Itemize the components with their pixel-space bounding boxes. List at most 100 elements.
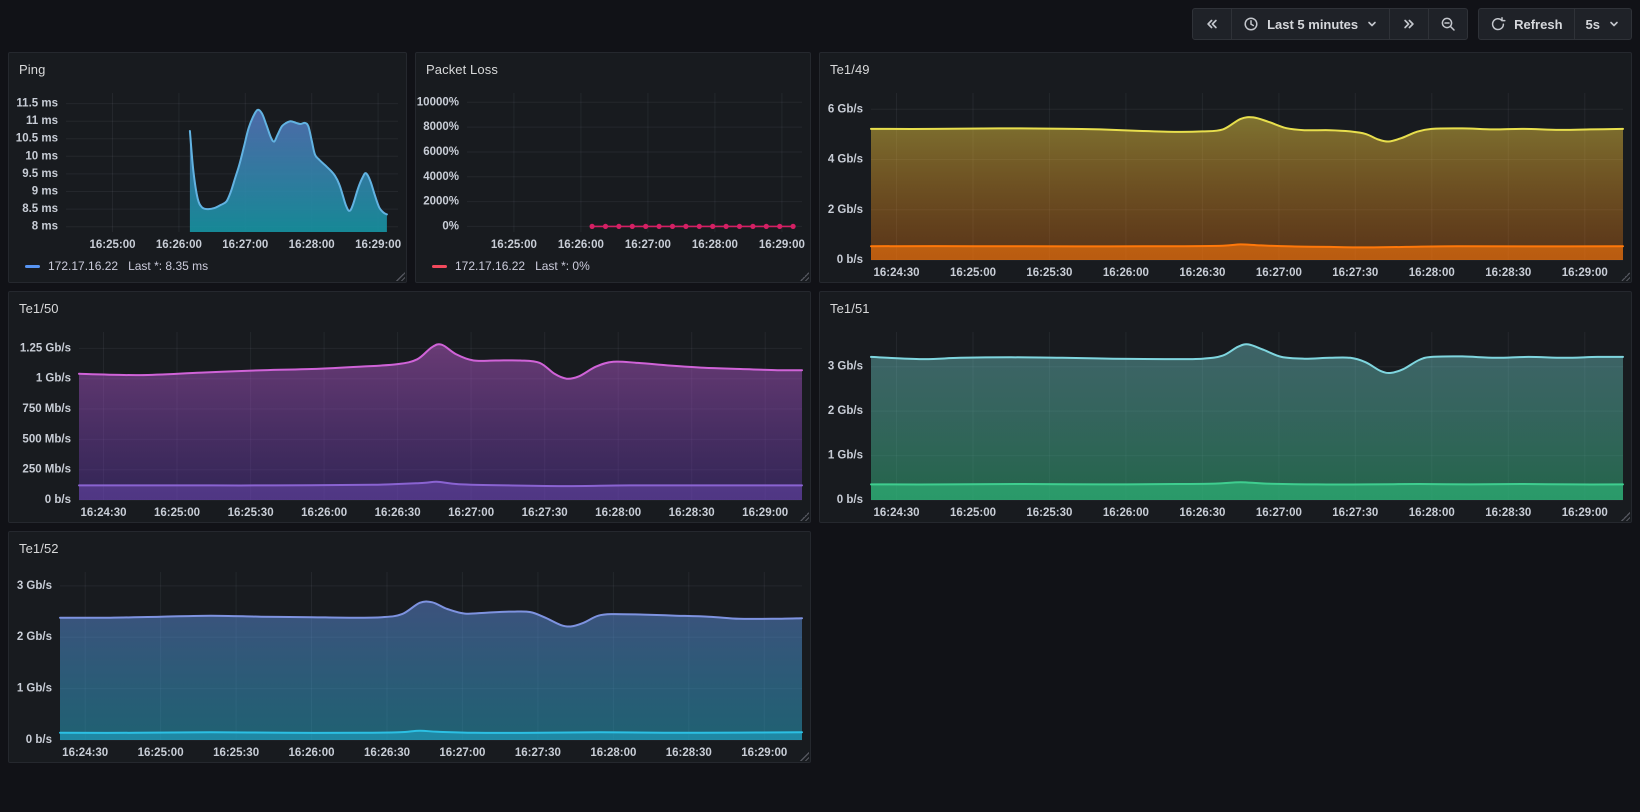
svg-text:1 Gb/s: 1 Gb/s <box>17 683 52 695</box>
panel-header[interactable]: Te1/52 <box>9 532 810 562</box>
svg-text:9.5 ms: 9.5 ms <box>22 168 58 180</box>
panel-header[interactable]: Te1/49 <box>820 53 1631 83</box>
svg-text:16:27:00: 16:27:00 <box>222 239 268 251</box>
panel-header[interactable]: Ping <box>9 53 406 83</box>
panel-title: Packet Loss <box>426 61 498 77</box>
svg-text:3 Gb/s: 3 Gb/s <box>17 580 52 592</box>
svg-text:11.5 ms: 11.5 ms <box>16 98 58 110</box>
svg-text:16:27:00: 16:27:00 <box>439 747 485 759</box>
svg-text:250 Mb/s: 250 Mb/s <box>22 464 71 476</box>
svg-text:16:27:30: 16:27:30 <box>1332 507 1378 519</box>
time-shift-back-button[interactable] <box>1193 9 1231 39</box>
panel-te1-52: Te1/52 16:24:30 16:25:00 16:25:30 16:26:00 1… <box>8 531 811 763</box>
svg-text:16:25:00: 16:25:00 <box>491 239 537 251</box>
refresh-group: Refresh 5s <box>1478 8 1632 40</box>
panel-resize-handle[interactable] <box>799 271 809 281</box>
legend: 172.17.16.22 Last *: 8.35 ms <box>9 254 406 282</box>
svg-text:16:25:30: 16:25:30 <box>1026 267 1072 279</box>
legend-series-name: 172.17.16.22 <box>48 259 119 273</box>
panel-resize-handle[interactable] <box>799 751 809 761</box>
legend-series-value: Last *: 0% <box>535 259 590 273</box>
time-range-label: Last 5 minutes <box>1267 16 1359 32</box>
legend-item[interactable]: 172.17.16.22 Last *: 0% <box>432 259 590 273</box>
svg-text:2 Gb/s: 2 Gb/s <box>17 631 52 643</box>
panel-te1-50: Te1/50 16:24:30 16:25:00 16:25:30 16:26:00 1… <box>8 291 811 523</box>
svg-text:16:29:00: 16:29:00 <box>741 747 787 759</box>
ping-time-series-chart[interactable]: 16:25:00 16:26:00 16:27:00 16:28:00 16:29:00… <box>9 83 406 254</box>
panel-resize-handle[interactable] <box>799 511 809 521</box>
svg-text:11 ms: 11 ms <box>26 115 58 127</box>
te1-50-traffic-chart[interactable]: 16:24:30 16:25:00 16:25:30 16:26:00 16:26:30… <box>9 322 810 522</box>
svg-text:16:28:00: 16:28:00 <box>289 239 335 251</box>
svg-text:16:26:30: 16:26:30 <box>1179 267 1225 279</box>
te1-51-traffic-chart[interactable]: 16:24:30 16:25:00 16:25:30 16:26:00 16:26:30… <box>820 322 1631 522</box>
panel-title: Te1/49 <box>830 61 870 77</box>
svg-text:16:28:30: 16:28:30 <box>1485 507 1531 519</box>
panel-header[interactable]: Te1/51 <box>820 292 1631 322</box>
packet-loss-time-series-chart[interactable]: 16:25:00 16:26:00 16:27:00 16:28:00 16:29:00… <box>416 83 810 254</box>
svg-text:2 Gb/s: 2 Gb/s <box>828 204 863 216</box>
refresh-interval-button[interactable]: 5s <box>1573 9 1631 39</box>
svg-text:16:28:00: 16:28:00 <box>1409 267 1455 279</box>
time-range-picker-button[interactable]: Last 5 minutes <box>1231 9 1389 39</box>
svg-text:16:26:00: 16:26:00 <box>558 239 604 251</box>
panel-title: Ping <box>19 61 46 77</box>
svg-text:16:29:00: 16:29:00 <box>1562 267 1608 279</box>
svg-text:2000%: 2000% <box>423 196 459 208</box>
svg-text:16:24:30: 16:24:30 <box>873 507 919 519</box>
legend-item[interactable]: 172.17.16.22 Last *: 8.35 ms <box>25 259 208 273</box>
panel-title: Te1/50 <box>19 300 59 316</box>
svg-text:16:28:00: 16:28:00 <box>1409 507 1455 519</box>
svg-text:16:25:30: 16:25:30 <box>228 507 274 519</box>
panel-te1-49: Te1/49 16:24:30 16:25:00 16:25:30 16:26:00 1… <box>819 52 1632 283</box>
refresh-button[interactable]: Refresh <box>1479 9 1573 39</box>
svg-text:0 b/s: 0 b/s <box>45 494 71 506</box>
svg-text:16:26:00: 16:26:00 <box>156 239 202 251</box>
svg-text:500 Mb/s: 500 Mb/s <box>22 433 71 445</box>
svg-text:750 Mb/s: 750 Mb/s <box>22 403 71 415</box>
series-color-dash <box>25 264 40 268</box>
legend: 172.17.16.22 Last *: 0% <box>416 254 810 282</box>
svg-text:8 ms: 8 ms <box>32 221 58 233</box>
chevrons-right-icon <box>1404 19 1414 29</box>
svg-text:16:26:30: 16:26:30 <box>375 507 421 519</box>
svg-text:9 ms: 9 ms <box>32 186 58 198</box>
svg-text:16:26:00: 16:26:00 <box>301 507 347 519</box>
svg-text:16:27:00: 16:27:00 <box>1256 507 1302 519</box>
svg-text:16:27:30: 16:27:30 <box>515 747 561 759</box>
clock-icon <box>1244 17 1258 31</box>
svg-text:16:29:00: 16:29:00 <box>759 239 805 251</box>
svg-text:8000%: 8000% <box>423 121 459 133</box>
panel-resize-handle[interactable] <box>1620 271 1630 281</box>
svg-text:0%: 0% <box>442 220 459 232</box>
panel-title: Te1/52 <box>19 540 59 556</box>
panel-header[interactable]: Packet Loss <box>416 53 810 83</box>
svg-text:16:28:00: 16:28:00 <box>590 747 636 759</box>
svg-text:16:28:30: 16:28:30 <box>669 507 715 519</box>
svg-text:16:24:30: 16:24:30 <box>873 267 919 279</box>
svg-text:16:28:30: 16:28:30 <box>1485 267 1531 279</box>
svg-text:0 b/s: 0 b/s <box>837 254 863 266</box>
svg-text:8.5 ms: 8.5 ms <box>22 203 58 215</box>
svg-text:16:24:30: 16:24:30 <box>62 747 108 759</box>
legend-series-name: 172.17.16.22 <box>455 259 526 273</box>
te1-52-traffic-chart[interactable]: 16:24:30 16:25:00 16:25:30 16:26:00 16:26:30… <box>9 562 810 762</box>
panel-header[interactable]: Te1/50 <box>9 292 810 322</box>
svg-text:16:25:00: 16:25:00 <box>89 239 135 251</box>
panel-packet-loss: Packet Loss 16:25:00 16:26:00 16:27:00 16:2… <box>415 52 811 283</box>
svg-text:16:27:00: 16:27:00 <box>448 507 494 519</box>
refresh-icon <box>1491 17 1506 31</box>
time-picker-group: Last 5 minutes <box>1192 8 1469 40</box>
svg-text:16:25:30: 16:25:30 <box>1026 507 1072 519</box>
svg-text:10000%: 10000% <box>417 96 459 108</box>
chevrons-left-icon <box>1207 19 1217 29</box>
zoom-out-button[interactable] <box>1428 9 1467 39</box>
time-shift-forward-button[interactable] <box>1389 9 1428 39</box>
svg-text:6000%: 6000% <box>423 146 459 158</box>
panel-resize-handle[interactable] <box>395 271 405 281</box>
dashboard-toolbar: Last 5 minutes Refresh 5s <box>1192 8 1632 40</box>
panel-te1-51: Te1/51 16:24:30 16:25:00 16:25:30 16:26:00 1… <box>819 291 1632 523</box>
panel-resize-handle[interactable] <box>1620 511 1630 521</box>
svg-text:1.25 Gb/s: 1.25 Gb/s <box>20 342 71 354</box>
te1-49-traffic-chart[interactable]: 16:24:30 16:25:00 16:25:30 16:26:00 16:26:30… <box>820 83 1631 282</box>
